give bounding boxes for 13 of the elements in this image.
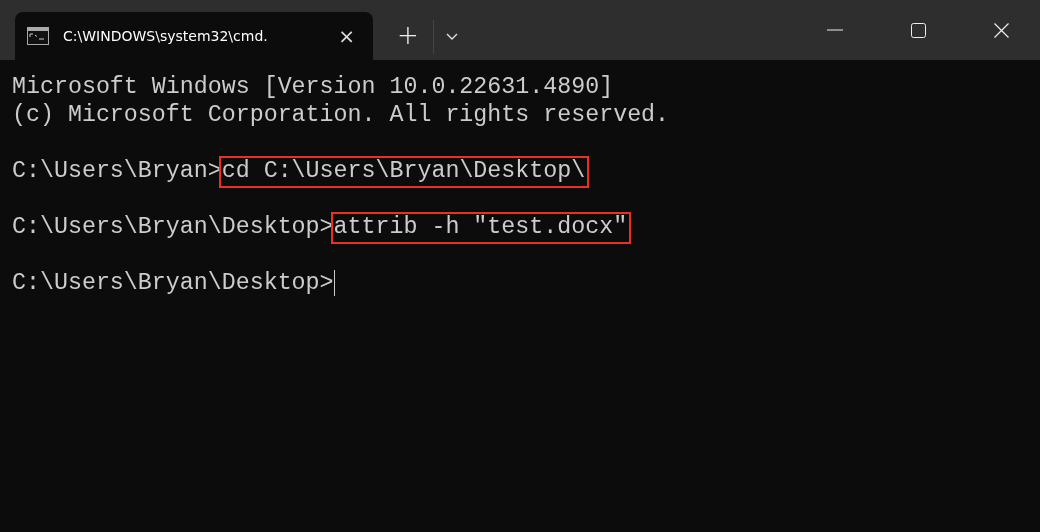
- highlighted-command: cd C:\Users\Bryan\Desktop\: [218, 156, 590, 188]
- highlighted-command: attrib -h "test.docx": [330, 212, 632, 244]
- new-tab-button[interactable]: +: [397, 22, 419, 48]
- terminal-icon: [27, 27, 49, 45]
- terminal-tab[interactable]: C:\WINDOWS\system32\cmd. ×: [15, 12, 373, 60]
- console-text: (c) Microsoft Corporation. All rights reserved.: [12, 102, 670, 128]
- console-text: Microsoft Windows [Version 10.0.22631.4890]: [12, 74, 614, 100]
- chevron-down-icon[interactable]: [445, 33, 458, 41]
- close-tab-button[interactable]: ×: [338, 26, 355, 46]
- close-icon[interactable]: [994, 22, 1009, 38]
- command-prompt: C:\Users\Bryan\Desktop>: [12, 270, 334, 296]
- tab-title: C:\WINDOWS\system32\cmd.: [63, 28, 269, 44]
- maximize-icon[interactable]: [911, 22, 926, 38]
